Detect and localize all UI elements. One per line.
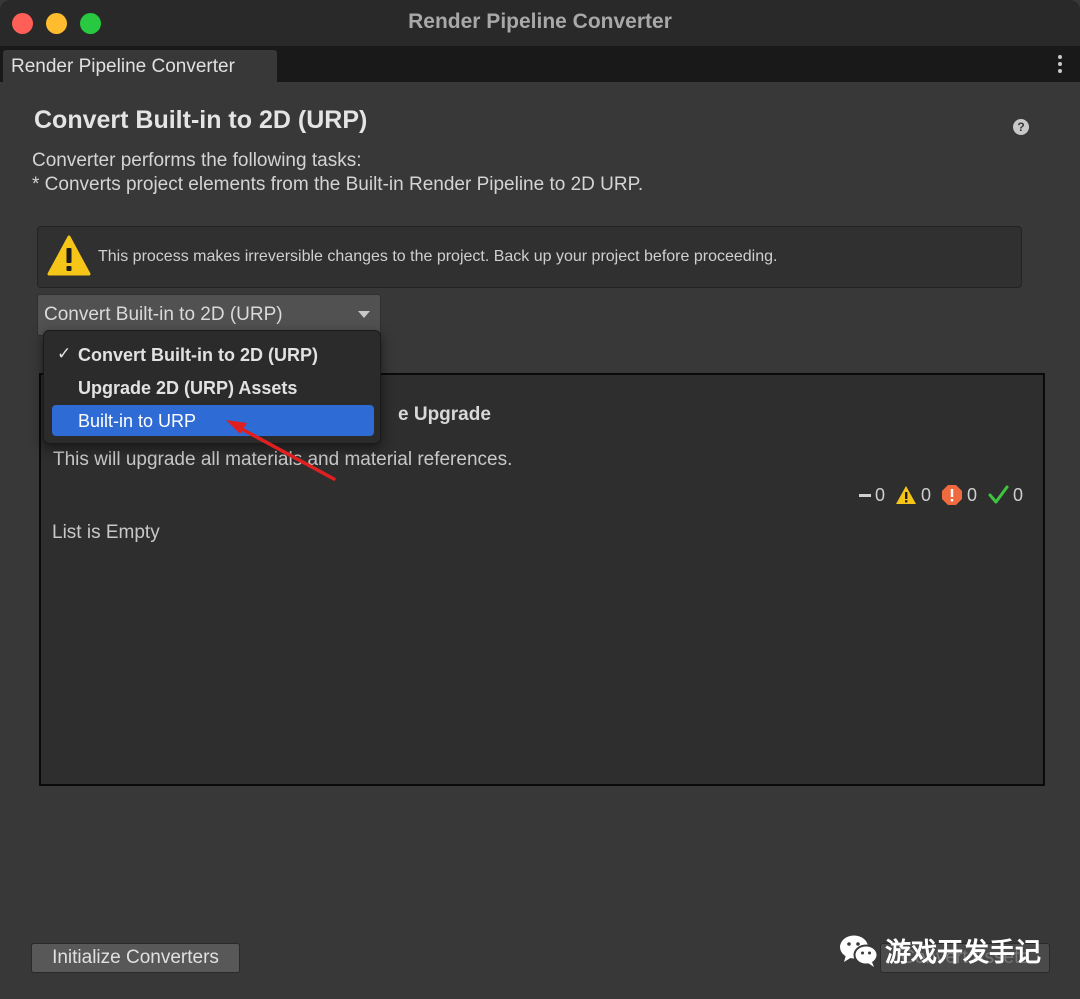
window-title: Render Pipeline Converter bbox=[408, 10, 672, 33]
pending-icon bbox=[858, 493, 871, 497]
warning-count: 0 bbox=[920, 484, 931, 505]
title-bar: Render Pipeline Converter bbox=[0, 0, 1080, 47]
dropdown-selected-label: Convert Built-in to 2D (URP) bbox=[44, 304, 283, 325]
menu-item-label: Convert Built-in to 2D (URP) bbox=[78, 345, 318, 365]
watermark: 游戏开发手记 bbox=[838, 930, 1041, 970]
converter-window: Render Pipeline Converter Render Pipelin… bbox=[0, 0, 1080, 999]
menu-item-upgrade-2d-assets[interactable]: Upgrade 2D (URP) Assets bbox=[52, 372, 374, 403]
success-count: 0 bbox=[1012, 484, 1023, 505]
tab-strip: Render Pipeline Converter bbox=[0, 46, 1080, 82]
dropdown-menu: ✓ Convert Built-in to 2D (URP) Upgrade 2… bbox=[43, 330, 381, 444]
checkmark-icon: ✓ bbox=[57, 344, 72, 363]
pending-count: 0 bbox=[874, 484, 885, 505]
page-title: Convert Built-in to 2D (URP) bbox=[34, 106, 368, 134]
error-icon bbox=[941, 485, 962, 505]
menu-item-label: Upgrade 2D (URP) Assets bbox=[78, 378, 298, 398]
menu-item-built-in-to-urp[interactable]: Built-in to URP bbox=[52, 405, 374, 436]
menu-item-convert-built-in-2d[interactable]: ✓ Convert Built-in to 2D (URP) bbox=[52, 339, 374, 370]
watermark-text: 游戏开发手记 bbox=[885, 936, 1042, 967]
menu-item-label: Built-in to URP bbox=[78, 411, 197, 431]
warning-box: This process makes irreversible changes … bbox=[37, 226, 1022, 288]
warning-icon bbox=[895, 486, 916, 504]
error-count: 0 bbox=[966, 484, 977, 505]
help-icon[interactable]: ? bbox=[1013, 119, 1029, 135]
converter-description: This will upgrade all materials and mate… bbox=[53, 449, 513, 470]
description-line-2: * Converts project elements from the Bui… bbox=[32, 174, 644, 195]
more-options-icon[interactable] bbox=[1058, 55, 1062, 76]
wechat-logo-icon bbox=[840, 935, 879, 967]
list-empty-label: List is Empty bbox=[52, 522, 160, 543]
checkmark-icon bbox=[988, 485, 1009, 504]
initialize-converters-button[interactable]: Initialize Converters bbox=[31, 943, 240, 973]
status-counts: 0 0 0 0 bbox=[858, 483, 1023, 507]
warning-text: This process makes irreversible changes … bbox=[98, 248, 778, 265]
description-line-1: Converter performs the following tasks: bbox=[32, 150, 362, 171]
chevron-down-icon bbox=[358, 311, 370, 318]
warning-icon bbox=[47, 235, 91, 276]
converter-title: e Upgrade bbox=[398, 404, 491, 425]
tab-render-pipeline-converter[interactable]: Render Pipeline Converter bbox=[3, 50, 277, 82]
